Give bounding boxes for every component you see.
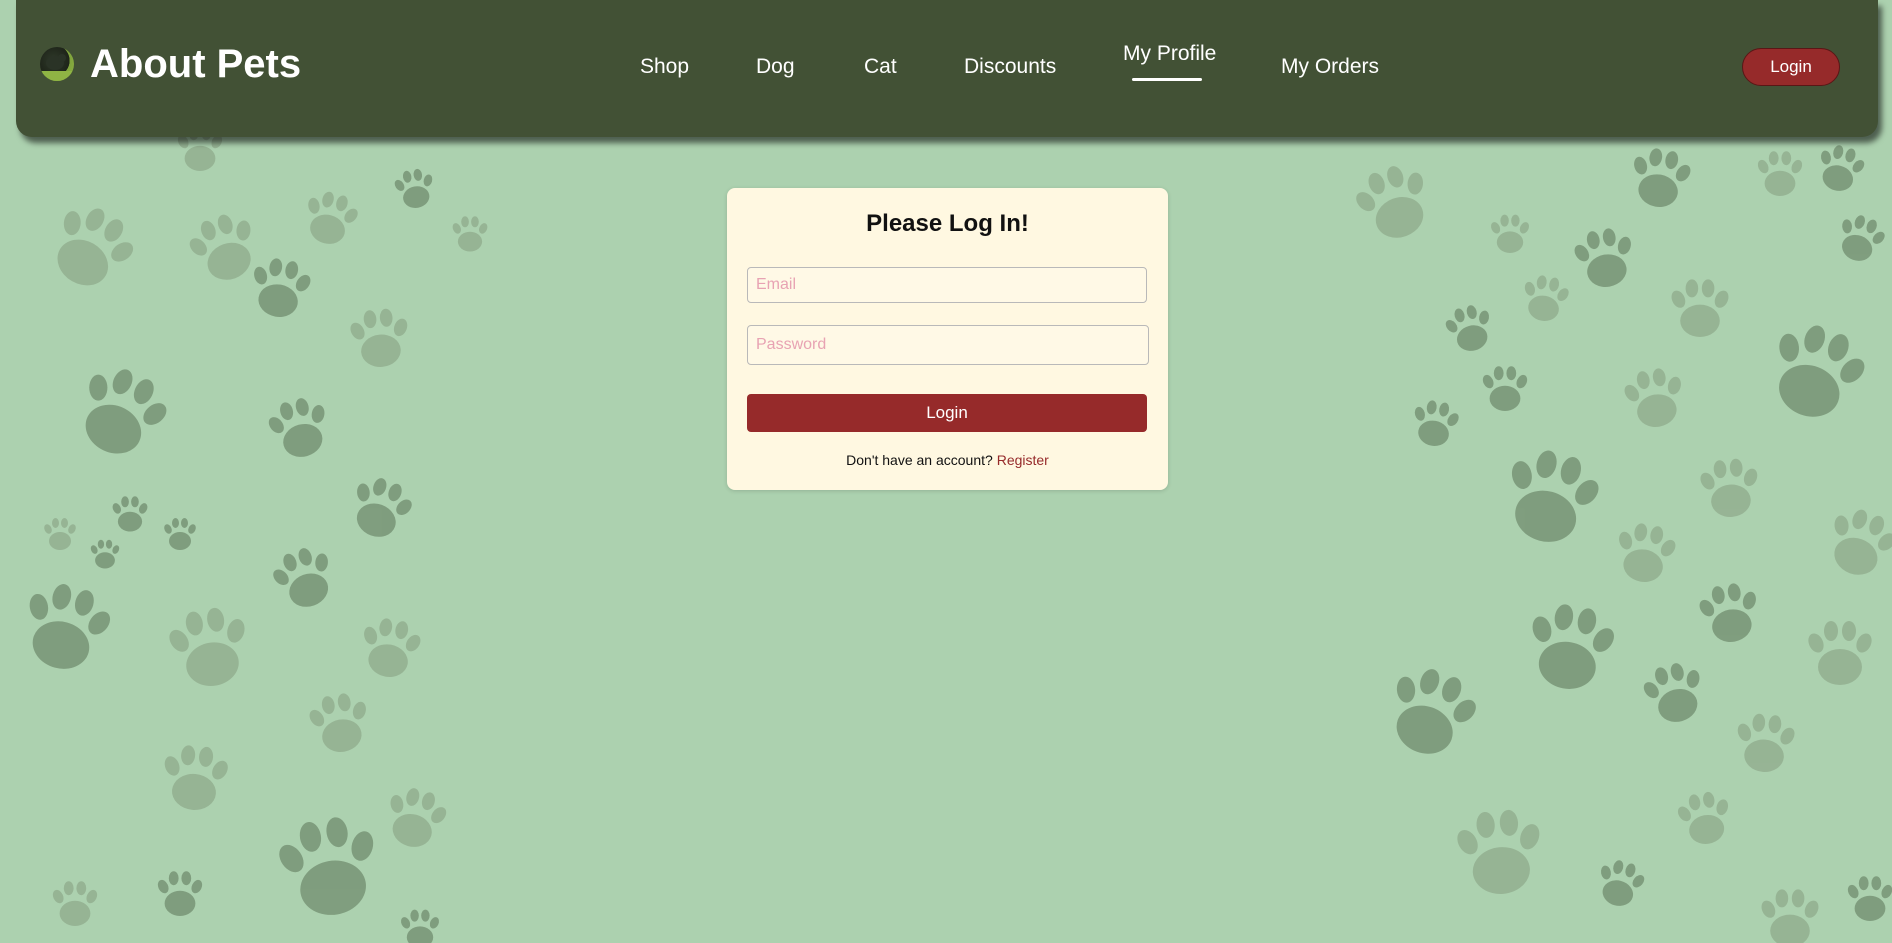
register-link[interactable]: Register bbox=[997, 452, 1049, 468]
nav-shop[interactable]: Shop bbox=[640, 55, 689, 79]
login-title: Please Log In! bbox=[866, 210, 1029, 237]
nav-my-orders[interactable]: My Orders bbox=[1281, 55, 1379, 79]
nav-my-profile[interactable]: My Profile bbox=[1123, 42, 1216, 66]
register-prompt-text: Don't have an account? bbox=[846, 452, 993, 468]
header-login-button[interactable]: Login bbox=[1742, 48, 1840, 86]
top-navbar: About Pets Shop Dog Cat Discounts My Pro… bbox=[16, 0, 1878, 137]
email-field[interactable] bbox=[747, 267, 1147, 303]
pet-logo-icon bbox=[40, 47, 74, 81]
register-prompt-line: Don't have an account? Register bbox=[727, 452, 1168, 468]
password-field[interactable] bbox=[747, 325, 1149, 365]
login-card: Please Log In! Login Don't have an accou… bbox=[727, 188, 1168, 490]
nav-discounts[interactable]: Discounts bbox=[964, 55, 1056, 79]
nav-cat[interactable]: Cat bbox=[864, 55, 897, 79]
brand[interactable]: About Pets bbox=[40, 40, 301, 88]
nav-dog[interactable]: Dog bbox=[756, 55, 795, 79]
login-submit-button[interactable]: Login bbox=[747, 394, 1147, 432]
active-nav-indicator bbox=[1132, 78, 1202, 81]
brand-title: About Pets bbox=[90, 42, 302, 86]
